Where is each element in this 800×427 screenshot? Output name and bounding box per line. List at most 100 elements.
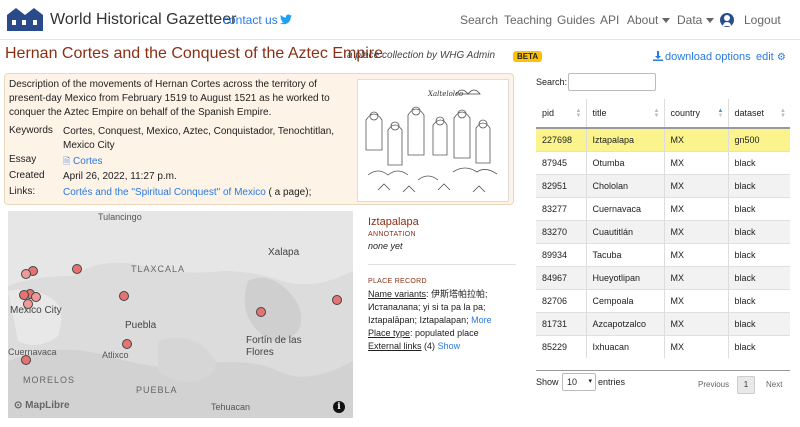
user-icon[interactable] [720, 13, 734, 27]
place-type: Place type: populated place [368, 327, 518, 340]
map-marker[interactable] [332, 295, 342, 305]
nav-teaching[interactable]: Teaching [504, 13, 552, 27]
table-cell-title: Ixhuacan [585, 334, 664, 358]
table-cell-pid: 81731 [536, 311, 586, 335]
map-marker[interactable] [21, 269, 31, 279]
whg-logo-icon[interactable] [6, 6, 44, 32]
table-row[interactable]: 83270 Cuautitlán MX black [536, 219, 790, 243]
search-label: Search: [536, 77, 568, 87]
sort-icon: ▲ ▼ [780, 108, 786, 119]
table-cell-pid: 83277 [536, 196, 586, 220]
table-row[interactable]: 81731 Azcapotzalco MX black [536, 311, 790, 335]
table-row[interactable]: 85229 Ixhuacan MX black [536, 334, 790, 358]
table-cell-country: MX [663, 311, 728, 335]
map-marker[interactable] [256, 307, 266, 317]
map-marker[interactable] [122, 339, 132, 349]
collection-card: Description of the movements of Hernan C… [4, 73, 514, 205]
previous-page-button[interactable]: Previous [698, 380, 729, 389]
map-label-puebla-state: PUEBLA [136, 385, 178, 395]
keywords-label: Keywords [9, 125, 53, 136]
map-label-morelos: MORELOS [23, 375, 76, 385]
twitter-icon[interactable] [280, 14, 292, 25]
page-1-button[interactable]: 1 [737, 376, 755, 394]
table-cell-dataset: black [727, 196, 790, 220]
map-label-tulancingo: Tulancingo [98, 212, 142, 222]
sort-icon: ▲ ▼ [653, 108, 660, 119]
download-options-link[interactable]: download options [653, 51, 751, 63]
nav-about[interactable]: About [627, 13, 671, 27]
table-cell-pid: 227698 [536, 127, 586, 151]
map-info-button[interactable]: i [333, 401, 345, 413]
table-cell-dataset: black [727, 334, 790, 358]
table-cell-country: MX [663, 265, 728, 289]
column-header-pid[interactable]: pid ▲ ▼ [536, 99, 586, 129]
maplibre-attribution[interactable]: ⊙ MapLibre [14, 400, 70, 411]
collection-description: Description of the movements of Hernan C… [9, 79, 330, 118]
table-bottom-border [536, 370, 790, 371]
codex-drawing: Xaltelolco [365, 89, 498, 193]
table-cell-title: Cuautitlán [585, 219, 664, 243]
table-cell-title: Cempoala [585, 288, 664, 312]
next-page-button[interactable]: Next [766, 380, 782, 389]
column-header-dataset[interactable]: dataset ▲ ▼ [727, 99, 790, 129]
nav-data-label: Data [677, 13, 703, 27]
table-cell-title: Cuernavaca [585, 196, 664, 220]
table-cell-dataset: black [727, 265, 790, 289]
column-header-title[interactable]: title ▲ ▼ [585, 99, 664, 129]
edit-link[interactable]: edit ⚙ [756, 51, 786, 63]
nav-guides[interactable]: Guides [557, 13, 595, 27]
table-cell-country: MX [663, 288, 728, 312]
place-name: Iztapalapa [368, 216, 419, 228]
table-cell-dataset: black [727, 311, 790, 335]
map-marker[interactable] [21, 355, 31, 365]
map-marker[interactable] [23, 299, 33, 309]
essay-label: Essay [9, 154, 37, 165]
table-cell-title: Hueyotlipan [585, 265, 664, 289]
column-header-country[interactable]: country ▲ ▼ [663, 99, 728, 129]
map-label-tlaxcala: TLAXCALA [131, 264, 186, 274]
table-search-input[interactable] [568, 73, 656, 91]
table-cell-pid: 89934 [536, 242, 586, 266]
page-size-select[interactable]: 10 ▾ [562, 373, 596, 391]
table-cell-title: Azcapotzalco [585, 311, 664, 335]
show-links-button[interactable]: Show [438, 341, 461, 351]
gear-icon: ⚙ [776, 52, 786, 63]
document-icon: 🗎 [63, 156, 71, 166]
chevron-down-icon: ▾ [588, 378, 592, 385]
map-marker[interactable] [72, 264, 82, 274]
table-cell-dataset: black [727, 219, 790, 243]
table-header-row: pid ▲ ▼ title ▲ ▼ country ▲ ▼ dataset ▲ ▼ [536, 99, 790, 129]
table-cell-title: Otumba [585, 150, 664, 174]
table-row[interactable]: 83277 Cuernavaca MX black [536, 196, 790, 220]
nav-api[interactable]: API [600, 13, 619, 27]
essay-link[interactable]: 🗎 Cortes [63, 154, 353, 169]
table-row[interactable]: 82951 Chololan MX black [536, 173, 790, 197]
map-marker[interactable] [31, 292, 41, 302]
map-marker[interactable] [119, 291, 129, 301]
essay-link-text: Cortes [73, 156, 103, 167]
more-link[interactable]: More [471, 315, 492, 325]
map-label-atlixco: Atlixco [102, 350, 129, 360]
map-label-fortin: Fortín de las Flores [246, 335, 302, 358]
brand-title[interactable]: World Historical Gazetteer [50, 11, 236, 29]
map-label-xalapa: Xalapa [268, 247, 300, 258]
logout-link[interactable]: Logout [744, 13, 781, 27]
table-cell-pid: 82706 [536, 288, 586, 312]
column-header-label: pid [542, 108, 555, 118]
table-row[interactable]: 89934 Tacuba MX black [536, 242, 790, 266]
name-variants: Name variants: 伊斯塔帕拉帕; Истапалапа; yi si… [368, 288, 518, 327]
nav-search[interactable]: Search [460, 13, 498, 27]
nav-data[interactable]: Data [677, 13, 715, 27]
page-link-suffix: ( a page); [268, 187, 312, 198]
table-row[interactable]: 227698 Iztapalapa MX gn500 [536, 127, 790, 151]
table-row[interactable]: 87945 Otumba MX black [536, 150, 790, 174]
download-icon [653, 51, 663, 61]
column-header-label: title [592, 108, 607, 118]
table-cell-pid: 82951 [536, 173, 586, 197]
map-view[interactable]: Tulancingo TLAXCALA Mexico City Puebla A… [8, 211, 353, 418]
page-link[interactable]: Cortés and the "Spiritual Conquest" of M… [63, 187, 266, 198]
table-row[interactable]: 82706 Cempoala MX black [536, 288, 790, 312]
created-label: Created [9, 170, 45, 181]
table-row[interactable]: 84967 Hueyotlipan MX black [536, 265, 790, 289]
contact-link[interactable]: contact us [223, 13, 278, 27]
